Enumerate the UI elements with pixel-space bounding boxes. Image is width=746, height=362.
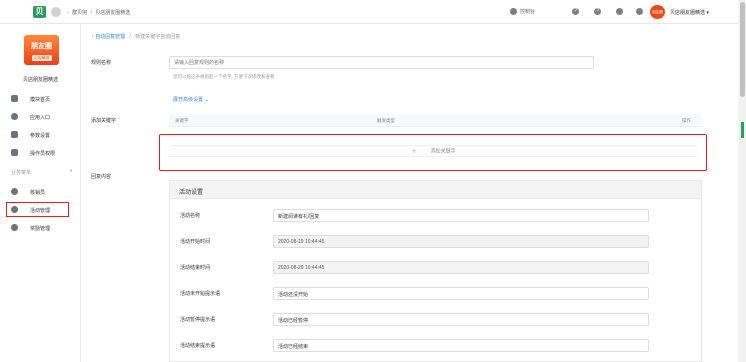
activity-name-input[interactable]: 新建阅读有礼/回复 bbox=[273, 209, 649, 222]
column-header: 关键字 bbox=[175, 118, 189, 123]
user-name-dropdown[interactable]: 贝店朋友圈精选 ▾ bbox=[670, 9, 709, 16]
field-label: 活动结束时间 bbox=[180, 265, 211, 271]
breadcrumb-item[interactable]: 贝店朋友圈精选 bbox=[95, 10, 130, 16]
sidebar-item-permissions[interactable]: 操作员权限 bbox=[0, 146, 81, 159]
rule-name-label: 规则名称 bbox=[91, 60, 112, 66]
keyword-add-area: + 添加关键字 bbox=[159, 134, 707, 171]
sidebar-section-business[interactable]: 业务菜单 bbox=[11, 169, 31, 176]
add-keyword-button[interactable]: + 添加关键字 bbox=[170, 145, 697, 157]
activity-settings-panel: 活动设置 活动名称 新建阅读有礼/回复 活动开始时间 2020-08-19 10… bbox=[169, 180, 702, 362]
field-label: 活动开始时间 bbox=[180, 239, 211, 245]
breadcrumb: ‹ 自动回复管理 / 新建关键字自动回复 bbox=[92, 34, 181, 40]
keyword-table-header: 关键字 触发类型 操作 bbox=[169, 114, 702, 127]
advanced-settings-toggle[interactable]: 展开高级设置 ⌄ bbox=[173, 96, 209, 103]
field-label: 活动暂停提示语 bbox=[180, 317, 216, 323]
gear-icon bbox=[11, 188, 18, 195]
column-header: 触发类型 bbox=[377, 118, 395, 123]
rule-name-input[interactable] bbox=[169, 56, 594, 69]
console-link[interactable]: 控制台 bbox=[520, 8, 535, 15]
sidebar-item-verifier[interactable]: 核销员 bbox=[0, 185, 81, 198]
not-started-message-input[interactable]: 活动还没开始 bbox=[273, 287, 649, 300]
sidebar-item-home[interactable]: 模块首页 bbox=[0, 92, 81, 105]
home-icon bbox=[11, 95, 18, 102]
panel-title: 活动设置 bbox=[170, 181, 701, 199]
permission-icon bbox=[11, 149, 18, 156]
chevron-down-icon: ⌄ bbox=[204, 97, 209, 103]
avatar[interactable]: 朋友圈 bbox=[650, 5, 665, 19]
breadcrumb-separator-icon: › bbox=[67, 10, 69, 16]
breadcrumb-item[interactable]: 群贝阿 bbox=[72, 10, 87, 16]
plus-icon: + bbox=[411, 146, 417, 156]
console-icon[interactable] bbox=[510, 8, 517, 15]
shop-logo: 朋友圈 贝店精选 bbox=[24, 35, 59, 65]
field-label: 活动名称 bbox=[180, 213, 201, 219]
shop-name: 贝店朋友圈精选 bbox=[22, 77, 58, 83]
column-header: 操作 bbox=[682, 118, 691, 123]
breadcrumb-back-link[interactable]: ‹ 自动回复管理 bbox=[92, 34, 125, 40]
top-breadcrumb: › 群贝阿 / 贝店朋友圈精选 bbox=[67, 10, 131, 16]
app-entry-icon bbox=[11, 113, 18, 120]
start-time-input[interactable]: 2020-08-19 10:44:45 bbox=[273, 235, 649, 248]
field-label: 活动结束提示语 bbox=[180, 343, 216, 349]
scrollbar[interactable] bbox=[739, 0, 746, 362]
sidebar: 朋友圈 贝店精选 贝店朋友圈精选 模块首页 应用入口 参数设置 操作员权限 业务… bbox=[0, 24, 81, 362]
ended-message-input[interactable]: 活动已经结束 bbox=[273, 339, 649, 352]
top-bar: 贝 › 群贝阿 / 贝店朋友圈精选 控制台 ? ? 朋友圈 贝店朋友圈精选 ▾ bbox=[0, 0, 738, 24]
help-icon[interactable]: ? bbox=[572, 8, 579, 15]
sidebar-item-settings[interactable]: 参数设置 bbox=[0, 128, 81, 141]
keyword-label: 添加关键字 bbox=[91, 118, 117, 124]
gear-icon bbox=[11, 206, 18, 213]
question-icon[interactable]: ? bbox=[594, 8, 601, 15]
scrollbar-thumb[interactable] bbox=[740, 2, 745, 97]
breadcrumb-current: 新建关键字自动回复 bbox=[135, 34, 181, 40]
side-tab-marker bbox=[741, 122, 744, 138]
paused-message-input[interactable]: 活动已经暂停 bbox=[273, 313, 649, 326]
user-menu-icon[interactable] bbox=[636, 8, 643, 15]
shop-logo-title: 朋友圈 bbox=[31, 43, 52, 50]
sidebar-item-app-entry[interactable]: 应用入口 bbox=[0, 110, 81, 123]
field-label: 活动未开始提示语 bbox=[180, 291, 221, 297]
shop-logo-subtitle: 贝店精选 bbox=[31, 55, 52, 61]
app-logo[interactable]: 贝 bbox=[33, 6, 46, 18]
rule-name-hint: 您可以给这条规则起一个名字, 方便下次修改和查看 bbox=[173, 74, 275, 79]
reply-content-label: 回复内容 bbox=[91, 174, 112, 180]
sidebar-item-reward-management[interactable]: 奖励管理 bbox=[0, 221, 81, 234]
end-time-input[interactable]: 2020-08-29 10:44:45 bbox=[273, 261, 649, 274]
settings-list-icon bbox=[11, 131, 18, 138]
home-icon[interactable] bbox=[51, 7, 61, 17]
gear-icon bbox=[11, 224, 18, 231]
chevron-down-icon[interactable]: ∨ bbox=[69, 168, 73, 174]
notification-icon[interactable] bbox=[616, 8, 623, 15]
main-content: ‹ 自动回复管理 / 新建关键字自动回复 规则名称 您可以给这条规则起一个名字,… bbox=[81, 24, 738, 362]
sidebar-item-activity-management[interactable]: 活动管理 bbox=[6, 202, 69, 217]
